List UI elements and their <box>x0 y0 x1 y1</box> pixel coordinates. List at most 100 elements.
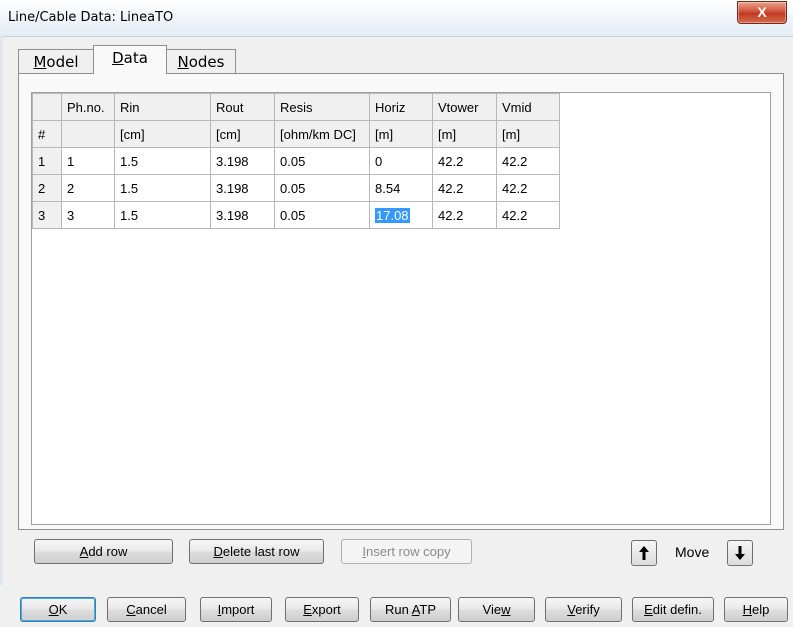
header-cell: [cm] <box>210 120 275 148</box>
table-cell[interactable]: 1 <box>61 147 115 175</box>
tab-model[interactable]: Model <box>18 49 94 74</box>
move-label: Move <box>675 544 710 560</box>
help-accel: H <box>742 602 753 617</box>
header-cell[interactable]: Vmid <box>496 93 560 121</box>
table-cell[interactable]: 2 <box>61 174 115 202</box>
row-number-cell[interactable]: 3 <box>32 201 62 229</box>
insert-row-label: nsert row copy <box>366 544 451 559</box>
tab-data-label: ata <box>123 49 148 67</box>
table-cell[interactable]: 3.198 <box>210 147 275 175</box>
table-cell[interactable]: 42.2 <box>496 201 560 229</box>
verify-accel: V <box>567 602 576 617</box>
table-row: 3 3 1.5 3.198 0.05 17.08 42.2 42.2 <box>32 201 560 229</box>
add-row-button[interactable]: Add row <box>34 539 173 564</box>
ok-accel: O <box>48 602 59 617</box>
ok-button[interactable]: OK <box>20 597 96 622</box>
header-cell[interactable]: Vtower <box>432 93 497 121</box>
tab-model-label: odel <box>46 53 79 71</box>
export-label: xport <box>311 602 341 617</box>
header-cell: [ohm/km DC] <box>274 120 370 148</box>
table-cell[interactable]: 42.2 <box>496 147 560 175</box>
window-left-edge <box>0 36 3 627</box>
cancel-label: ancel <box>135 602 167 617</box>
move-up-button[interactable] <box>631 540 657 566</box>
add-row-label: dd row <box>88 544 128 559</box>
header-cell: [m] <box>432 120 497 148</box>
help-button[interactable]: Help <box>724 597 788 622</box>
header-row-units: # [cm] [cm] [ohm/km DC] [m] [m] [m] <box>32 120 560 148</box>
tab-nodes[interactable]: Nodes <box>166 49 236 74</box>
table-cell[interactable]: 42.2 <box>432 147 497 175</box>
table-cell[interactable]: 0.05 <box>274 174 370 202</box>
table-cell[interactable]: 1.5 <box>114 201 211 229</box>
header-cell[interactable]: Horiz <box>369 93 433 121</box>
tab-data-accel: D <box>112 49 124 67</box>
header-cell: [m] <box>496 120 560 148</box>
conductor-table: Ph.no. Rin Rout Resis Horiz Vtower Vmid … <box>32 93 560 229</box>
table-row: 2 2 1.5 3.198 0.05 8.54 42.2 42.2 <box>32 174 560 202</box>
table-cell[interactable]: 42.2 <box>496 174 560 202</box>
data-grid[interactable]: Ph.no. Rin Rout Resis Horiz Vtower Vmid … <box>31 92 771 525</box>
selected-cell-text[interactable]: 17.08 <box>375 207 410 223</box>
table-cell[interactable]: 8.54 <box>369 174 433 202</box>
row-number-cell[interactable]: 1 <box>32 147 62 175</box>
insert-row-copy-button[interactable]: Insert row copy <box>341 539 472 564</box>
header-row-names: Ph.no. Rin Rout Resis Horiz Vtower Vmid <box>32 93 560 121</box>
arrow-up-icon <box>639 546 649 560</box>
title-bar[interactable]: Line/Cable Data: LineaTO X <box>0 0 793 37</box>
window-title: Line/Cable Data: LineaTO <box>8 10 174 25</box>
verify-label: erify <box>575 602 600 617</box>
move-down-button[interactable] <box>727 540 753 566</box>
edit-defin-button[interactable]: Edit defin. <box>632 597 714 622</box>
add-row-accel: A <box>79 544 89 559</box>
run-atp-button[interactable]: Run ATP <box>370 597 451 622</box>
delete-last-row-button[interactable]: Delete last row <box>189 539 324 564</box>
header-cell <box>32 93 62 121</box>
table-cell[interactable]: 1.5 <box>114 147 211 175</box>
import-label: mport <box>221 602 255 617</box>
view-button[interactable]: View <box>458 597 535 622</box>
verify-button[interactable]: Verify <box>545 597 622 622</box>
delete-row-accel: D <box>213 544 223 559</box>
run-atp-prefix: Run <box>384 602 412 617</box>
header-cell[interactable]: Rout <box>210 93 275 121</box>
import-button[interactable]: Import <box>200 597 272 622</box>
close-icon[interactable]: X <box>737 1 787 24</box>
edit-defin-label: dit defin. <box>652 602 702 617</box>
tab-nodes-label: odes <box>188 53 225 71</box>
cancel-button[interactable]: Cancel <box>107 597 186 622</box>
help-label: elp <box>752 602 770 617</box>
header-cell <box>61 120 115 148</box>
selected-cell[interactable]: 17.08 <box>369 201 433 229</box>
table-cell[interactable]: 42.2 <box>432 174 497 202</box>
table-cell[interactable]: 0.05 <box>274 147 370 175</box>
header-cell[interactable]: Ph.no. <box>61 93 115 121</box>
view-prefix: Vie <box>482 602 502 617</box>
row-number-cell[interactable]: 2 <box>32 174 62 202</box>
table-cell[interactable]: 3 <box>61 201 115 229</box>
tab-data[interactable]: Data <box>93 45 167 74</box>
tab-model-accel: M <box>33 53 47 71</box>
header-cell[interactable]: Rin <box>114 93 211 121</box>
run-atp-label: TP <box>419 602 437 617</box>
cancel-accel: C <box>126 602 136 617</box>
export-accel: E <box>303 602 312 617</box>
header-cell: [m] <box>369 120 433 148</box>
view-accel: w <box>501 602 511 617</box>
export-button[interactable]: Export <box>285 597 359 622</box>
table-cell[interactable]: 0 <box>369 147 433 175</box>
edit-defin-accel: E <box>644 602 653 617</box>
table-cell[interactable]: 3.198 <box>210 174 275 202</box>
header-cell[interactable]: Resis <box>274 93 370 121</box>
header-cell: # <box>32 120 62 148</box>
ok-label: K <box>58 602 68 617</box>
table-cell[interactable]: 0.05 <box>274 201 370 229</box>
delete-row-label: elete last row <box>222 544 300 559</box>
arrow-down-icon <box>735 546 745 560</box>
table-cell[interactable]: 42.2 <box>432 201 497 229</box>
table-cell[interactable]: 1.5 <box>114 174 211 202</box>
header-cell: [cm] <box>114 120 211 148</box>
table-row: 1 1 1.5 3.198 0.05 0 42.2 42.2 <box>32 147 560 175</box>
tab-nodes-accel: N <box>177 53 189 71</box>
table-cell[interactable]: 3.198 <box>210 201 275 229</box>
